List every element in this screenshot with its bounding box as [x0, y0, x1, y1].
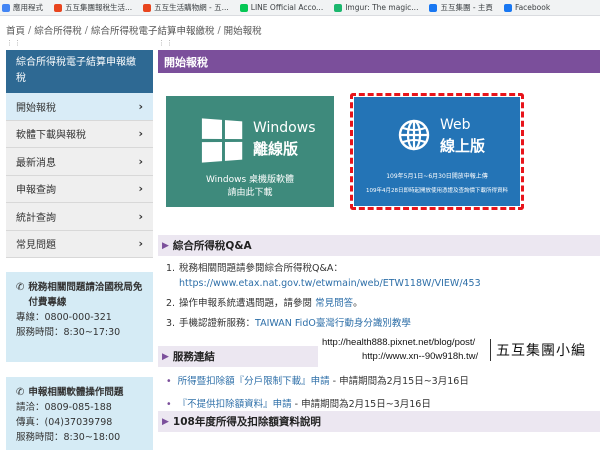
watermark: http://health888.pixnet.net/blog/post/ h…: [322, 337, 586, 362]
breadcrumb-separator: /: [28, 24, 32, 36]
sidebar-item-start-filing[interactable]: 開始報稅 ›: [6, 93, 153, 121]
sidebar-item-filing-query[interactable]: 申報查詢 ›: [6, 175, 153, 203]
web-tile-desc: 109年4月28日即時起開放使用憑證及查詢價下載所得資料: [366, 188, 508, 194]
support-heading: 申報相關軟體操作問題: [28, 387, 124, 398]
site-favicon-icon: [54, 3, 62, 12]
facebook-icon: [429, 3, 438, 12]
breadcrumb-separator: /: [217, 24, 221, 36]
site-favicon-icon: [143, 3, 152, 12]
breadcrumb-item[interactable]: 綜合所得稅電子結算申報繳稅: [91, 23, 215, 37]
faq-link[interactable]: 常見問答: [315, 298, 353, 309]
chevron-right-icon: ›: [138, 154, 143, 168]
sidebar-item-stats-query[interactable]: 統計查詢 ›: [6, 203, 153, 231]
list-item: 2. 操作申報系統遭遇問題，請參閱 常見問答。: [166, 298, 363, 309]
bullet-icon: ▶: [162, 240, 169, 251]
bookmark-item[interactable]: 五互集團報稅生活...: [54, 2, 132, 13]
apps-icon: [2, 3, 10, 12]
line-icon: [239, 3, 248, 12]
windows-tile-desc: Windows 桌機版軟體: [205, 175, 295, 185]
support-phone: 請洽：0809-085-188: [16, 402, 112, 413]
hotline-hours: 服務時間：8:30~17:30: [16, 327, 121, 338]
chevron-right-icon: ›: [138, 182, 143, 196]
web-tile-desc: 109年5月1日~6月30日開放申報上傳: [386, 173, 488, 180]
bullet-icon: ▶: [162, 351, 169, 362]
phone-icon: ✆: [16, 387, 25, 398]
bookmark-apps[interactable]: 應用程式: [2, 2, 43, 13]
sidebar-item-news[interactable]: 最新消息 ›: [6, 148, 153, 176]
bookmark-item[interactable]: LINE Official Acco...: [239, 3, 323, 12]
qa-section-heading: ▶ 綜合所得稅Q&A: [158, 235, 600, 256]
sidebar-menu: 開始報稅 › 軟體下載與報稅 › 最新消息 › 申報查詢 › 統計查詢 › 常見問題 ›: [6, 93, 153, 258]
list-item: 1. 稅務相關問題請參閱綜合所得稅Q&A：: [166, 263, 343, 274]
data-section-heading: ▶ 108年度所得及扣除額資料說明: [158, 411, 600, 432]
breadcrumb-item[interactable]: 綜合所得稅: [34, 23, 82, 37]
household-download-link[interactable]: 所得暨扣除額『分戶限制下載』申請: [178, 376, 330, 387]
list-item: • 所得暨扣除額『分戶限制下載』申請 - 申請期間為2月15日~3月16日: [166, 376, 469, 387]
chevron-right-icon: ›: [138, 99, 143, 113]
facebook-icon: [503, 3, 512, 12]
sidebar-item-faq[interactable]: 常見問題 ›: [6, 230, 153, 258]
bookmark-item[interactable]: 五互集團 - 主頁: [429, 2, 493, 13]
divider-dots: ⋮⋮: [6, 39, 22, 47]
sidebar-title: 綜合所得稅電子結算申報繳稅: [6, 50, 153, 93]
windows-tile-desc: 請由此下載: [227, 188, 273, 198]
software-support-box: ✆ 申報相關軟體操作問題 請洽：0809-085-188 傳真：(04)37039…: [6, 377, 153, 450]
windows-offline-tile[interactable]: Windows 離線版 Windows 桌機版軟體 請由此下載: [166, 96, 334, 207]
hotline-number: 專線：0800-000-321: [16, 312, 112, 323]
chevron-right-icon: ›: [138, 209, 143, 223]
tax-hotline-box: ✆ 稅務相關問題請洽國稅局免付費專線 專線：0800-000-321 服務時間：8…: [6, 272, 153, 362]
support-hours: 服務時間：8:30~18:00: [16, 432, 121, 443]
qa-list: 1. 稅務相關問題請參閱綜合所得稅Q&A： https://www.etax.n…: [166, 261, 596, 331]
support-fax: 傳真：(04)37039798: [16, 417, 113, 428]
windows-logo-icon: [201, 118, 243, 163]
etax-qa-link[interactable]: https://www.etax.nat.gov.tw/etwmain/web/…: [179, 278, 481, 289]
hotline-heading: 稅務相關問題請洽國稅局免付費專線: [28, 282, 143, 308]
bookmark-item[interactable]: Imgur: The magic...: [334, 3, 418, 12]
windows-tile-subtitle: 離線版: [253, 140, 299, 158]
bookmark-item[interactable]: 五互生活購物網 - 五...: [143, 2, 229, 13]
globe-icon: [398, 119, 430, 151]
web-tile-title: Web: [440, 117, 471, 133]
imgur-icon: [334, 3, 343, 12]
web-online-tile[interactable]: Web 線上版 109年5月1日~6月30日開放申報上傳 109年4月28日即時…: [354, 97, 520, 206]
breadcrumb-current: 開始報稅: [223, 26, 262, 37]
sidebar-item-download[interactable]: 軟體下載與報稅 ›: [6, 120, 153, 148]
services-list: • 所得暨扣除額『分戶限制下載』申請 - 申請期間為2月15日~3月16日 • 『不…: [166, 373, 596, 410]
breadcrumb-home[interactable]: 首頁: [6, 23, 25, 37]
web-tile-subtitle: 線上版: [440, 137, 486, 155]
no-deduction-data-link[interactable]: 『不提供扣除額資料』申請: [178, 399, 292, 410]
bookmark-item[interactable]: Facebook: [503, 3, 550, 12]
windows-tile-title: Windows: [253, 120, 316, 136]
chevron-right-icon: ›: [138, 237, 143, 251]
services-section-heading: ▶ 服務連結: [158, 346, 318, 367]
chevron-right-icon: ›: [138, 127, 143, 141]
bookmarks-bar: 應用程式 五互集團報稅生活... 五互生活購物網 - 五... LINE Off…: [0, 0, 600, 16]
page-title: 開始報稅: [158, 50, 600, 73]
bullet-icon: ▶: [162, 416, 169, 427]
list-item: https://www.etax.nat.gov.tw/etwmain/web/…: [166, 276, 596, 291]
breadcrumb: 首頁 / 綜合所得稅 / 綜合所得稅電子結算申報繳稅 / 開始報稅: [0, 16, 600, 44]
list-item: 3. 手機認證新服務：TAIWAN FidO臺灣行動身分識別教學: [166, 318, 411, 329]
breadcrumb-separator: /: [84, 24, 88, 36]
phone-icon: ✆: [16, 282, 25, 293]
fido-tutorial-link[interactable]: TAIWAN FidO臺灣行動身分識別教學: [255, 318, 411, 329]
list-item: • 『不提供扣除額資料』申請 - 申請期間為2月15日~3月16日: [166, 399, 431, 410]
divider-dots: ⋮⋮: [158, 39, 174, 47]
